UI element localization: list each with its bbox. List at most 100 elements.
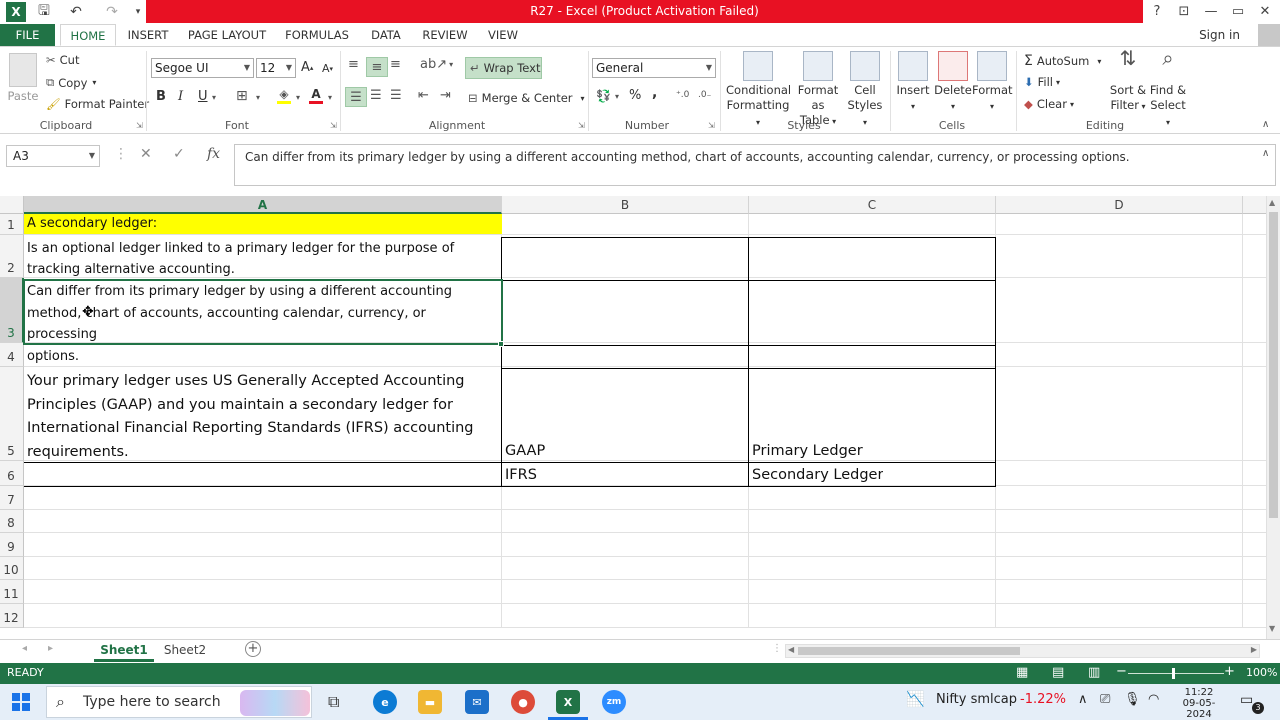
sort-filter-button[interactable]: ⇅ Sort & Filter ▾ — [1108, 48, 1148, 114]
decrease-font-icon[interactable]: A ▾ — [322, 62, 333, 75]
number-launcher-icon[interactable]: ⇲ — [708, 121, 715, 130]
cell-c6[interactable]: Secondary Ledger — [752, 464, 883, 486]
tab-home[interactable]: HOME — [60, 24, 116, 46]
row-header-1[interactable]: 1 — [0, 214, 24, 235]
tab-view[interactable]: VIEW — [482, 24, 524, 46]
show-hidden-icons-icon[interactable]: ∧ — [1078, 692, 1088, 707]
customize-qat-icon[interactable]: ▾ — [132, 2, 144, 22]
row-header-9[interactable]: 9 — [0, 533, 24, 557]
restore-button[interactable]: ▭ — [1224, 0, 1252, 23]
sheet-tab-sheet1[interactable]: Sheet1 — [94, 640, 154, 662]
insert-cells-button[interactable]: Insert ▾ — [894, 51, 932, 114]
font-color-icon[interactable]: A — [308, 87, 324, 105]
page-layout-view-icon[interactable]: ▤ — [1052, 665, 1064, 680]
undo-icon[interactable]: ↶ — [62, 2, 90, 22]
wifi-icon[interactable]: ◠ — [1148, 692, 1159, 707]
font-name-select[interactable]: Segoe UI ▼ — [151, 58, 254, 78]
add-sheet-icon[interactable]: + — [245, 641, 261, 657]
stock-name[interactable]: Nifty smlcap — [936, 692, 1017, 707]
task-view-icon[interactable]: ⧉ — [328, 692, 339, 712]
select-all-corner[interactable] — [0, 196, 24, 214]
chevron-down-icon[interactable]: ▾ — [212, 93, 216, 102]
number-format-select[interactable]: General ▼ — [592, 58, 716, 78]
cell-b6[interactable]: IFRS — [505, 464, 537, 486]
tab-formulas[interactable]: FORMULAS — [280, 24, 354, 46]
save-icon[interactable]: 🖫 — [34, 2, 54, 22]
row-header-10[interactable]: 10 — [0, 557, 24, 580]
font-launcher-icon[interactable]: ⇲ — [330, 121, 337, 130]
clear-button[interactable]: ◆ Clear ▾ — [1024, 97, 1074, 111]
meet-now-icon[interactable]: ⎚ — [1100, 692, 1110, 707]
increase-indent-icon[interactable]: ⇥ — [440, 88, 451, 103]
italic-button[interactable]: I — [178, 89, 183, 104]
zoom-slider-thumb[interactable] — [1172, 668, 1175, 679]
format-cells-button[interactable]: Format ▾ — [972, 51, 1013, 114]
clipboard-launcher-icon[interactable]: ⇲ — [136, 121, 143, 130]
scroll-right-icon[interactable]: ▶ — [1251, 645, 1257, 654]
cell-c5[interactable]: Primary Ledger — [752, 440, 863, 462]
column-header-c[interactable]: C — [749, 196, 996, 214]
underline-button[interactable]: U — [198, 89, 208, 104]
chevron-down-icon[interactable]: ▾ — [256, 93, 260, 102]
find-select-button[interactable]: ⌕ Find & Select ▾ — [1148, 48, 1188, 130]
row-header-12[interactable]: 12 — [0, 604, 24, 628]
copy-button[interactable]: ⧉ Copy ▾ — [46, 75, 96, 90]
normal-view-icon[interactable]: ▦ — [1016, 665, 1028, 680]
merge-center-button[interactable]: ⊟ Merge & Center ▾ — [468, 91, 585, 105]
minimize-button[interactable]: — — [1197, 0, 1225, 23]
format-as-table-button[interactable]: Format as Table ▾ — [792, 51, 844, 129]
align-left-icon[interactable]: ☰ — [345, 87, 367, 107]
scroll-up-icon[interactable]: ▲ — [1269, 198, 1275, 207]
help-button[interactable]: ? — [1143, 0, 1171, 23]
sign-in-link[interactable]: Sign in — [1199, 24, 1240, 46]
tab-data[interactable]: DATA — [364, 24, 408, 46]
confirm-entry-icon[interactable]: ✓ — [173, 146, 185, 162]
row-header-8[interactable]: 8 — [0, 510, 24, 533]
sheet-tab-sheet2[interactable]: Sheet2 — [158, 640, 212, 662]
fill-color-icon[interactable]: ◈ — [276, 87, 292, 105]
ribbon-display-options-icon[interactable]: ⊡ — [1170, 0, 1198, 23]
scroll-down-icon[interactable]: ▼ — [1269, 624, 1275, 633]
worksheet-grid[interactable]: A B C D 1 2 3 4 5 6 7 8 9 10 11 12 A sec… — [0, 196, 1266, 628]
fill-button[interactable]: ⬇ Fill ▾ — [1024, 75, 1060, 89]
increase-font-icon[interactable]: A ▴ — [301, 60, 313, 75]
comma-button[interactable]: , — [652, 85, 657, 101]
clock[interactable]: 11:22 09-05-2024 — [1172, 687, 1226, 720]
tab-review[interactable]: REVIEW — [418, 24, 472, 46]
column-header-b[interactable]: B — [502, 196, 749, 214]
windows-start-icon[interactable] — [12, 693, 30, 711]
chrome-icon[interactable]: ● — [511, 690, 535, 714]
format-painter-button[interactable]: 🖌 Format Painter — [46, 97, 149, 111]
next-sheet-icon[interactable]: ▸ — [48, 643, 53, 654]
font-size-select[interactable]: 12 ▼ — [256, 58, 296, 78]
row-header-3[interactable]: 3 — [0, 278, 24, 343]
stock-change[interactable]: -1.22% — [1020, 692, 1066, 707]
excel-taskbar-icon[interactable]: X — [556, 690, 580, 714]
cell-b5[interactable]: GAAP — [505, 440, 545, 462]
row-header-6[interactable]: 6 — [0, 461, 24, 486]
cut-button[interactable]: ✂ Cut — [46, 53, 79, 67]
fill-handle[interactable] — [498, 341, 504, 347]
bold-button[interactable]: B — [156, 89, 166, 104]
align-right-icon[interactable]: ☰ — [390, 88, 402, 103]
zoom-in-icon[interactable]: + — [1224, 664, 1235, 679]
cell-styles-button[interactable]: Cell Styles ▾ — [846, 51, 884, 130]
name-box[interactable]: A3 ▼ — [6, 145, 100, 167]
row-header-4[interactable]: 4 — [0, 343, 24, 367]
decrease-indent-icon[interactable]: ⇤ — [418, 88, 429, 103]
chevron-down-icon[interactable]: ▾ — [328, 93, 332, 102]
vertical-scroll-thumb[interactable] — [1269, 212, 1278, 518]
autosum-button[interactable]: Σ AutoSum ▾ — [1024, 53, 1101, 69]
page-break-view-icon[interactable]: ▥ — [1088, 665, 1100, 680]
row-header-2[interactable]: 2 — [0, 235, 24, 278]
row-header-11[interactable]: 11 — [0, 580, 24, 604]
row-header-5[interactable]: 5 — [0, 367, 24, 461]
zoom-app-icon[interactable]: zm — [602, 690, 626, 714]
cancel-entry-icon[interactable]: ✕ — [140, 146, 152, 162]
zoom-slider[interactable] — [1128, 673, 1224, 674]
mail-icon[interactable]: ✉ — [465, 690, 489, 714]
horizontal-scrollbar[interactable]: ◀ ▶ — [785, 644, 1260, 658]
column-header-e[interactable] — [1243, 196, 1266, 214]
percent-button[interactable]: % — [629, 88, 641, 103]
align-top-icon[interactable]: ≡ — [348, 57, 359, 72]
